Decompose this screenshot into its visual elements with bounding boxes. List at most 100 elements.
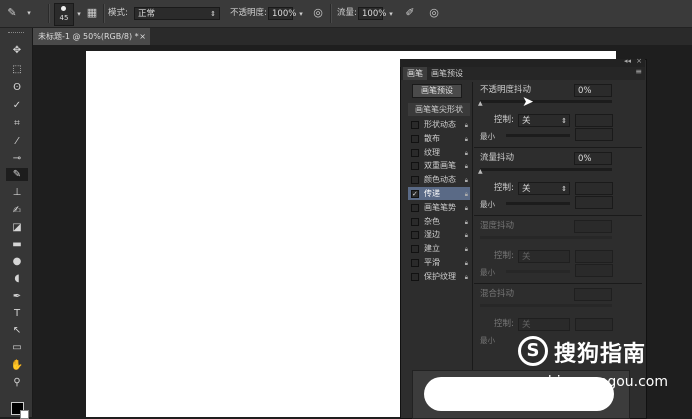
path-selection-tool-icon[interactable]: ↖ [10, 324, 24, 337]
mode-select[interactable]: 正常 ⇕ [134, 7, 220, 20]
flow-control-extra[interactable] [575, 182, 613, 195]
flow-min-input[interactable] [575, 196, 613, 209]
tab-brush[interactable]: 画笔 [403, 67, 427, 80]
airbrush-icon[interactable]: ✐ [403, 6, 417, 20]
blur-tool-icon[interactable]: ● [10, 255, 24, 268]
checkbox[interactable] [411, 121, 419, 129]
opacity-dropdown-icon[interactable]: ▾ [294, 7, 308, 21]
lasso-tool-icon[interactable]: ʘ [10, 81, 24, 94]
select-arrows-icon: ⇕ [561, 185, 567, 193]
slider-thumb-icon[interactable]: ▲ [478, 168, 483, 175]
crop-tool-icon[interactable]: ⌗ [10, 117, 24, 130]
brush-option-item[interactable]: ✓ 传递 🔒︎ [408, 187, 470, 200]
pressure-size-icon[interactable]: ◎ [427, 6, 441, 20]
pressure-opacity-icon[interactable]: ◎ [311, 6, 325, 20]
flow-control-select[interactable]: 关 ⇕ [518, 182, 570, 195]
opacity-control-extra[interactable] [575, 114, 613, 127]
quick-selection-tool-icon[interactable]: ✓ [10, 99, 24, 112]
brush-preset-picker[interactable]: 45 [54, 3, 74, 26]
lock-icon[interactable]: 🔒︎ [465, 147, 468, 160]
brush-option-item[interactable]: 形状动态 🔒︎ [408, 118, 470, 131]
checkbox[interactable] [411, 176, 419, 185]
lock-icon[interactable]: 🔒︎ [465, 174, 468, 187]
checkbox[interactable] [411, 217, 419, 226]
lock-icon[interactable]: 🔒︎ [465, 160, 468, 173]
opacity-jitter-input[interactable]: 0% [574, 84, 612, 97]
eyedropper-tool-icon[interactable]: ⁄ [10, 135, 24, 148]
healing-brush-tool-icon[interactable]: ⊸ [10, 152, 24, 165]
opacity-min-input[interactable] [575, 128, 613, 141]
hand-tool-icon[interactable]: ✋ [10, 359, 24, 372]
marquee-tool-icon[interactable]: ⬚ [10, 63, 24, 76]
brush-tool-icon-selected[interactable]: ✎ [6, 168, 28, 181]
watermark-url: zhinan.sogou.com [540, 374, 668, 390]
lock-icon[interactable]: 🔒︎ [465, 229, 468, 242]
panel-title-bar[interactable]: ◂◂ × [400, 57, 645, 67]
checkbox[interactable] [411, 259, 419, 267]
brush-option-item[interactable]: 保护纹理 🔒︎ [408, 270, 470, 283]
flow-min-slider[interactable] [506, 202, 570, 205]
lock-icon[interactable]: 🔒︎ [465, 271, 468, 284]
document-tab[interactable]: 未标题-1 @ 50%(RGB/8) * × [32, 28, 150, 45]
dodge-tool-icon[interactable]: ◖ [10, 272, 24, 285]
lock-icon[interactable]: 🔒︎ [465, 188, 468, 201]
checkbox[interactable] [411, 162, 419, 171]
toolbox-grip[interactable] [8, 32, 24, 35]
brush-option-item[interactable]: 平滑 🔒︎ [408, 256, 470, 269]
flow-input[interactable]: 100% [358, 7, 386, 20]
brush-option-item[interactable]: 颜色动态 🔒︎ [408, 173, 470, 186]
checkbox[interactable] [411, 272, 419, 281]
lock-icon[interactable]: 🔒︎ [465, 202, 468, 215]
checkbox[interactable] [411, 245, 419, 254]
flow-jitter-input[interactable]: 0% [574, 152, 612, 165]
brush-tool-icon[interactable]: ✎ [5, 6, 19, 20]
brush-option-item[interactable]: 双重画笔 🔒︎ [408, 159, 470, 172]
toggle-brush-panel-icon[interactable]: ▦ [85, 6, 99, 20]
zoom-tool-icon[interactable]: ⚲ [10, 376, 24, 389]
slider-thumb-icon[interactable]: ▲ [478, 100, 483, 107]
wetness-jitter-slider [480, 236, 612, 239]
background-color-swatch[interactable] [20, 410, 29, 419]
collapse-panel-icon[interactable]: ◂◂ [624, 57, 631, 65]
brush-option-item[interactable]: 散布 🔒︎ [408, 132, 470, 145]
brush-tip-shape-item[interactable]: 画笔笔尖形状 [408, 103, 470, 116]
lock-icon[interactable]: 🔒︎ [465, 216, 468, 229]
brush-option-item[interactable]: 建立 🔒︎ [408, 242, 470, 255]
opacity-min-slider[interactable] [506, 134, 570, 137]
brush-presets-button[interactable]: 画笔预设 [412, 84, 462, 98]
opacity-control-select[interactable]: 关 ⇕ [518, 114, 570, 127]
brush-option-item[interactable]: 画笔笔势 🔒︎ [408, 201, 470, 214]
lock-icon[interactable]: 🔒︎ [465, 133, 468, 146]
wetness-control-select: 关 [518, 250, 570, 263]
gradient-tool-icon[interactable]: ▬ [10, 238, 24, 251]
history-brush-tool-icon[interactable]: ✍ [10, 204, 24, 217]
lock-icon[interactable]: 🔒︎ [465, 257, 468, 270]
checkbox[interactable] [411, 148, 419, 157]
pen-tool-icon[interactable]: ✒ [10, 290, 24, 303]
checkbox[interactable] [411, 134, 419, 143]
flow-jitter-slider[interactable] [480, 168, 612, 171]
rectangle-tool-icon[interactable]: ▭ [10, 341, 24, 354]
checkbox[interactable] [411, 231, 419, 240]
eraser-tool-icon[interactable]: ◪ [10, 221, 24, 234]
flow-dropdown-icon[interactable]: ▾ [384, 7, 398, 21]
type-tool-icon[interactable]: T [10, 307, 24, 320]
checkbox[interactable] [411, 203, 419, 212]
lock-icon[interactable]: 🔒︎ [465, 119, 468, 132]
tab-brush-presets[interactable]: 画笔预设 [427, 67, 467, 80]
close-panel-icon[interactable]: × [636, 57, 642, 65]
brush-option-item[interactable]: 纹理 🔒︎ [408, 146, 470, 159]
close-tab-icon[interactable]: × [139, 28, 146, 45]
checkbox[interactable]: ✓ [411, 190, 419, 198]
panel-menu-icon[interactable]: ≡ [635, 67, 642, 76]
opacity-jitter-slider[interactable] [480, 100, 612, 103]
move-tool-icon[interactable]: ✥ [10, 44, 24, 57]
brush-option-item[interactable]: 杂色 🔒︎ [408, 215, 470, 228]
opacity-input[interactable]: 100% [268, 7, 296, 20]
brush-option-item[interactable]: 湿边 🔒︎ [408, 228, 470, 241]
clone-stamp-tool-icon[interactable]: ⊥ [10, 186, 24, 199]
lock-icon[interactable]: 🔒︎ [465, 243, 468, 256]
preset-dropdown-icon[interactable]: ▾ [72, 7, 86, 21]
sogou-logo-icon: S [518, 336, 548, 366]
dropdown-arrow-icon[interactable]: ▾ [22, 6, 36, 20]
